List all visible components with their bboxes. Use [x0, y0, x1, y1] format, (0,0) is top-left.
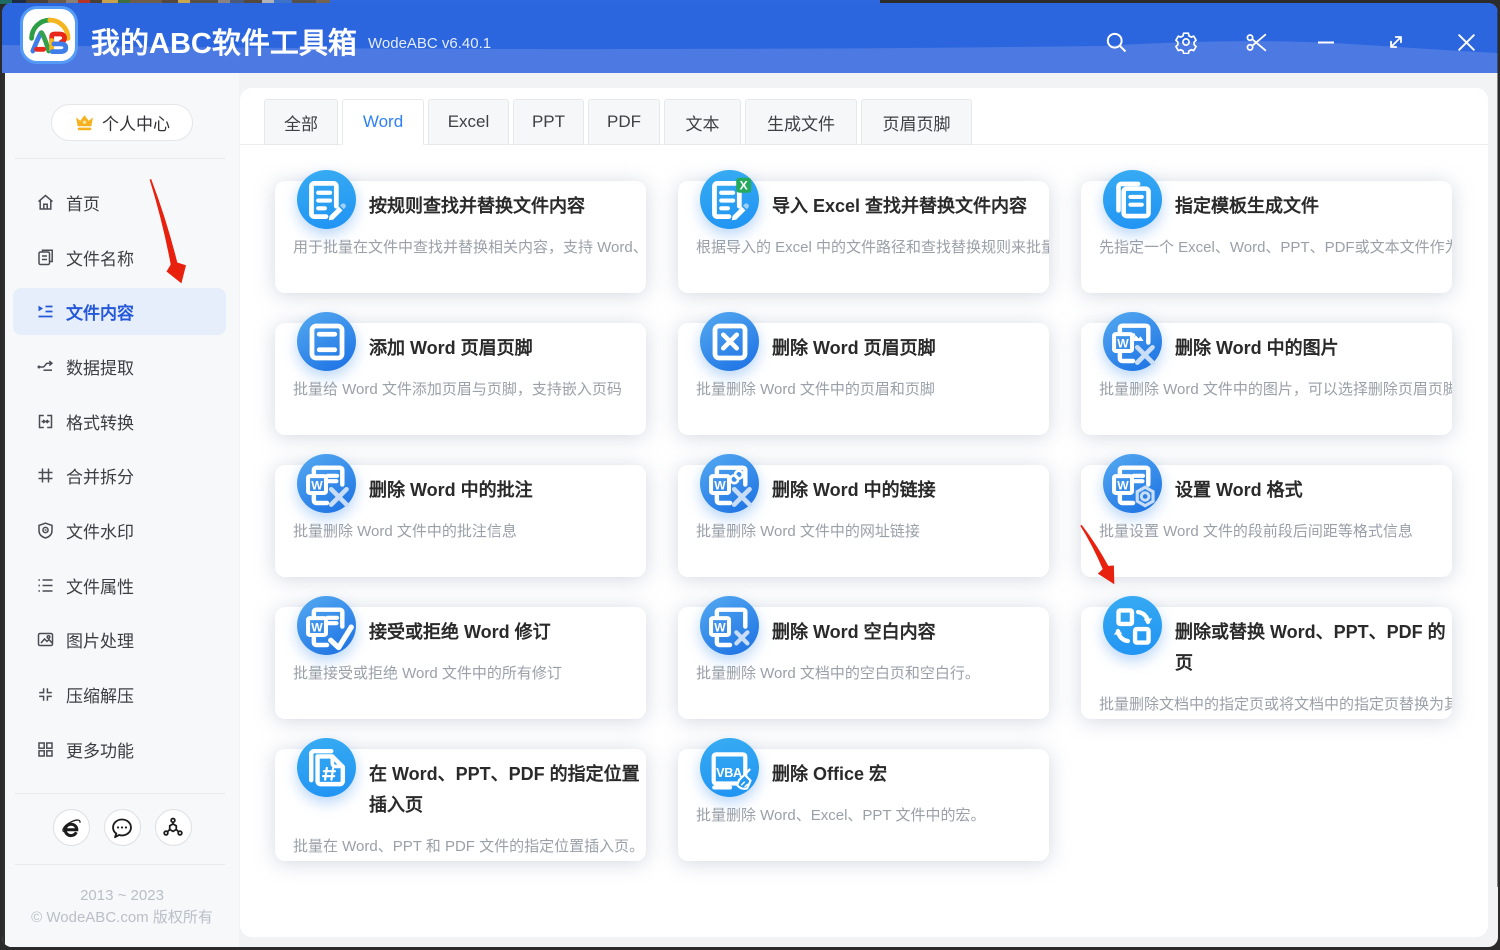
svg-text:W: W [1117, 336, 1129, 350]
svg-text:VBA: VBA [716, 766, 742, 780]
svg-text:W: W [714, 478, 726, 492]
svg-text:W: W [311, 620, 323, 634]
svg-text:W: W [1117, 478, 1129, 492]
svg-text:W: W [311, 478, 323, 492]
svg-text:W: W [714, 620, 726, 634]
svg-text:X: X [739, 178, 748, 192]
